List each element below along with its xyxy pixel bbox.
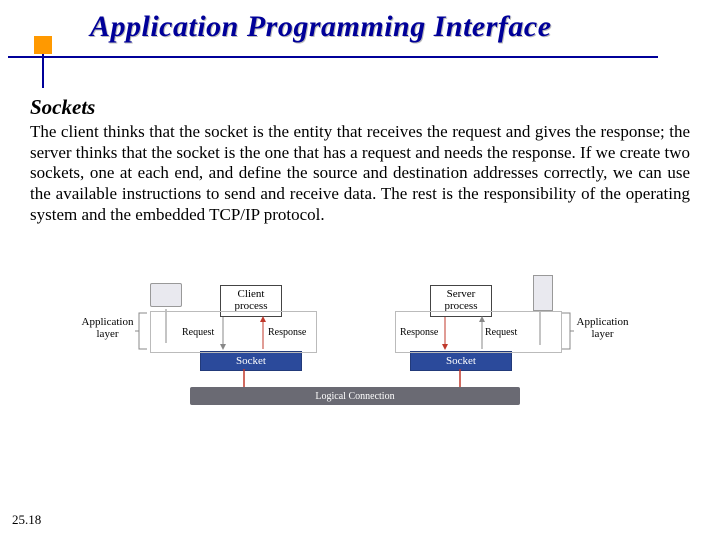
title-accent-vertical xyxy=(42,54,44,88)
app-layer-label-left: Application layer xyxy=(75,317,140,340)
client-laptop-icon xyxy=(150,283,182,307)
bracket-left-icon xyxy=(135,313,149,349)
socket-diagram: Application layer Application layer Clie… xyxy=(80,275,640,435)
socket-box-left: Socket xyxy=(200,351,302,371)
page-number: 25.18 xyxy=(12,512,41,528)
slide-title: Application Programming Interface xyxy=(90,10,710,44)
conn-line-right-icon xyxy=(456,369,464,389)
title-underline xyxy=(8,56,658,58)
client-boundary-box xyxy=(150,311,317,353)
socket-box-right: Socket xyxy=(410,351,512,371)
title-accent-square xyxy=(34,36,52,54)
section-heading: Sockets xyxy=(30,95,95,120)
title-block: Application Programming Interface xyxy=(0,10,720,76)
app-layer-label-right: Application layer xyxy=(570,317,635,340)
conn-line-left-icon xyxy=(240,369,248,389)
body-paragraph: The client thinks that the socket is the… xyxy=(30,122,690,226)
logical-connection-band: Logical Connection xyxy=(190,387,520,405)
server-boundary-box xyxy=(395,311,562,353)
